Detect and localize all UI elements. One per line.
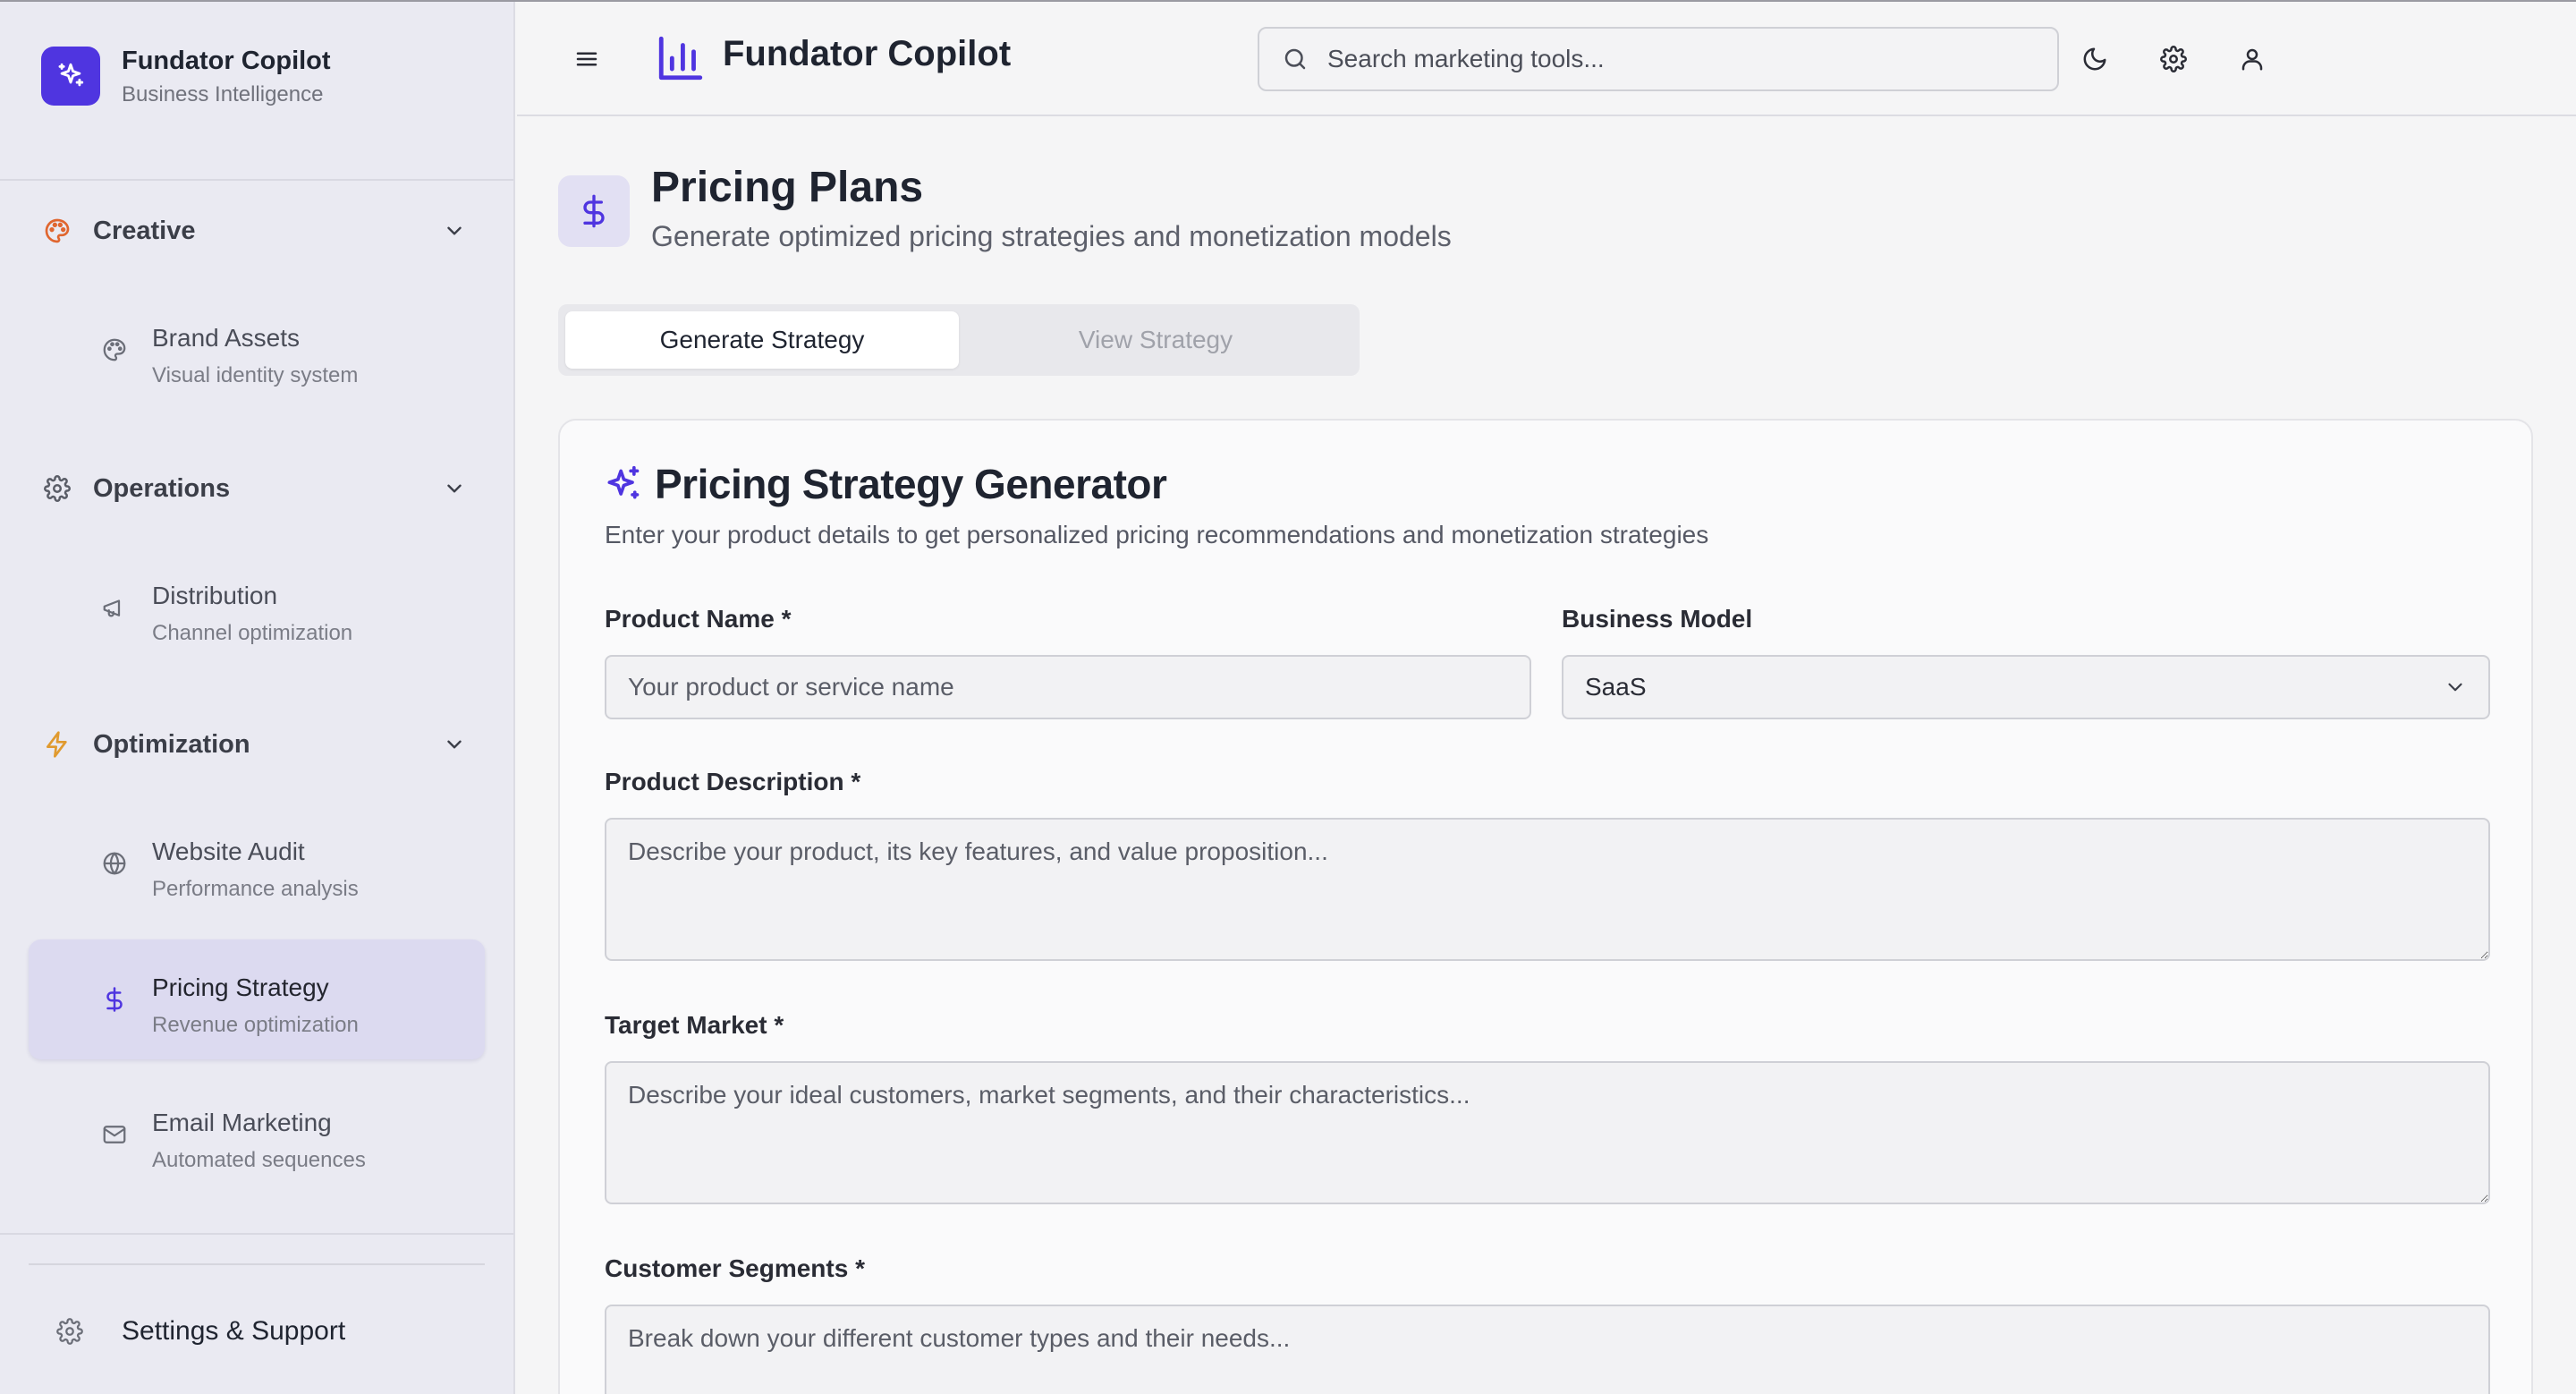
search-bar[interactable] — [1258, 27, 2059, 91]
menu-toggle-button[interactable] — [567, 39, 606, 79]
sidebar-group-optimization[interactable]: Optimization — [41, 718, 470, 771]
product-name-input[interactable] — [605, 655, 1531, 719]
gear-icon — [2160, 46, 2187, 72]
customer-segments-label: Customer Segments * — [605, 1254, 865, 1282]
sidebar-item-title: Distribution — [152, 582, 278, 609]
sidebar-group-label: Creative — [93, 216, 196, 245]
sidebar-group-creative[interactable]: Creative — [41, 204, 470, 258]
chevron-down-icon — [438, 728, 470, 761]
customer-segments-textarea[interactable] — [605, 1305, 2490, 1394]
search-icon — [1279, 43, 1311, 75]
dark-mode-toggle-button[interactable] — [2073, 38, 2116, 81]
business-model-value: SaaS — [1585, 673, 1647, 701]
moon-icon — [2081, 46, 2108, 72]
tab-view-strategy[interactable]: View Strategy — [959, 311, 1352, 369]
sidebar-item-website-audit[interactable]: Website Audit Performance analysis — [29, 803, 485, 923]
sidebar-item-brand-assets[interactable]: Brand Assets Visual identity system — [29, 290, 485, 410]
page-subtitle: Generate optimized pricing strategies an… — [651, 220, 1452, 252]
gear-icon — [41, 472, 73, 505]
target-market-label: Target Market * — [605, 1011, 784, 1039]
sidebar-item-subtitle: Revenue optimization — [152, 1013, 359, 1037]
sparkle-icon — [41, 47, 100, 106]
user-icon — [2239, 46, 2266, 72]
card-description: Enter your product details to get person… — [605, 521, 1709, 548]
app-root: Fundator Copilot Business Intelligence C… — [0, 0, 2576, 1394]
sidebar-item-subtitle: Channel optimization — [152, 621, 353, 645]
palette-icon — [98, 334, 131, 366]
sidebar-item-title: Brand Assets — [152, 324, 300, 352]
sidebar-item-title: Website Audit — [152, 837, 305, 865]
sidebar-group-operations[interactable]: Operations — [41, 462, 470, 515]
sidebar: Fundator Copilot Business Intelligence C… — [0, 2, 515, 1394]
divider — [0, 1233, 513, 1235]
page-title: Pricing Plans — [651, 164, 924, 211]
dollar-icon — [98, 983, 131, 1016]
product-description-textarea[interactable] — [605, 818, 2490, 961]
chevron-down-icon — [438, 215, 470, 247]
settings-support-link[interactable]: Settings & Support — [54, 1305, 483, 1358]
user-profile-button[interactable] — [2231, 38, 2274, 81]
product-description-label: Product Description * — [605, 768, 861, 795]
app-title: Fundator Copilot — [723, 34, 1012, 73]
sidebar-item-email-marketing[interactable]: Email Marketing Automated sequences — [29, 1075, 485, 1194]
strategy-tabs: Generate Strategy View Strategy — [558, 304, 1360, 376]
sidebar-item-pricing-strategy[interactable]: Pricing Strategy Revenue optimization — [29, 939, 485, 1059]
sparkle-icon — [603, 464, 642, 504]
sidebar-group-label: Optimization — [93, 729, 250, 759]
settings-support-label: Settings & Support — [122, 1316, 346, 1346]
sidebar-item-subtitle: Performance analysis — [152, 877, 359, 901]
mail-icon — [98, 1118, 131, 1151]
sidebar-group-label: Operations — [93, 473, 231, 503]
sidebar-item-subtitle: Automated sequences — [152, 1148, 366, 1172]
chevron-down-icon — [2444, 676, 2467, 699]
product-name-label: Product Name * — [605, 605, 792, 633]
business-model-label: Business Model — [1562, 605, 1753, 633]
bolt-icon — [41, 728, 73, 761]
hamburger-icon — [573, 46, 600, 72]
search-input[interactable] — [1326, 44, 2023, 74]
brand-title: Fundator Copilot — [122, 47, 331, 75]
business-model-select[interactable]: SaaS — [1562, 655, 2490, 719]
settings-button[interactable] — [2152, 38, 2195, 81]
top-bar: Fundator Copilot — [517, 2, 2576, 116]
brand-subtitle: Business Intelligence — [122, 82, 324, 106]
pricing-generator-card: Pricing Strategy Generator Enter your pr… — [558, 419, 2533, 1394]
sidebar-item-subtitle: Visual identity system — [152, 363, 359, 387]
sidebar-item-title: Pricing Strategy — [152, 973, 329, 1001]
divider — [29, 1263, 485, 1265]
brand-header: Fundator Copilot Business Intelligence — [0, 2, 513, 181]
globe-icon — [98, 847, 131, 880]
target-market-textarea[interactable] — [605, 1061, 2490, 1204]
chevron-down-icon — [438, 472, 470, 505]
gear-icon — [54, 1315, 86, 1347]
megaphone-icon — [98, 591, 131, 624]
card-title: Pricing Strategy Generator — [655, 461, 1167, 507]
sidebar-item-title: Email Marketing — [152, 1109, 332, 1136]
palette-icon — [41, 215, 73, 247]
dollar-icon — [558, 175, 630, 247]
tab-generate-strategy[interactable]: Generate Strategy — [565, 311, 959, 369]
bar-chart-icon — [655, 32, 707, 84]
card-header: Pricing Strategy Generator — [603, 460, 1167, 508]
sidebar-item-distribution[interactable]: Distribution Channel optimization — [29, 548, 485, 667]
